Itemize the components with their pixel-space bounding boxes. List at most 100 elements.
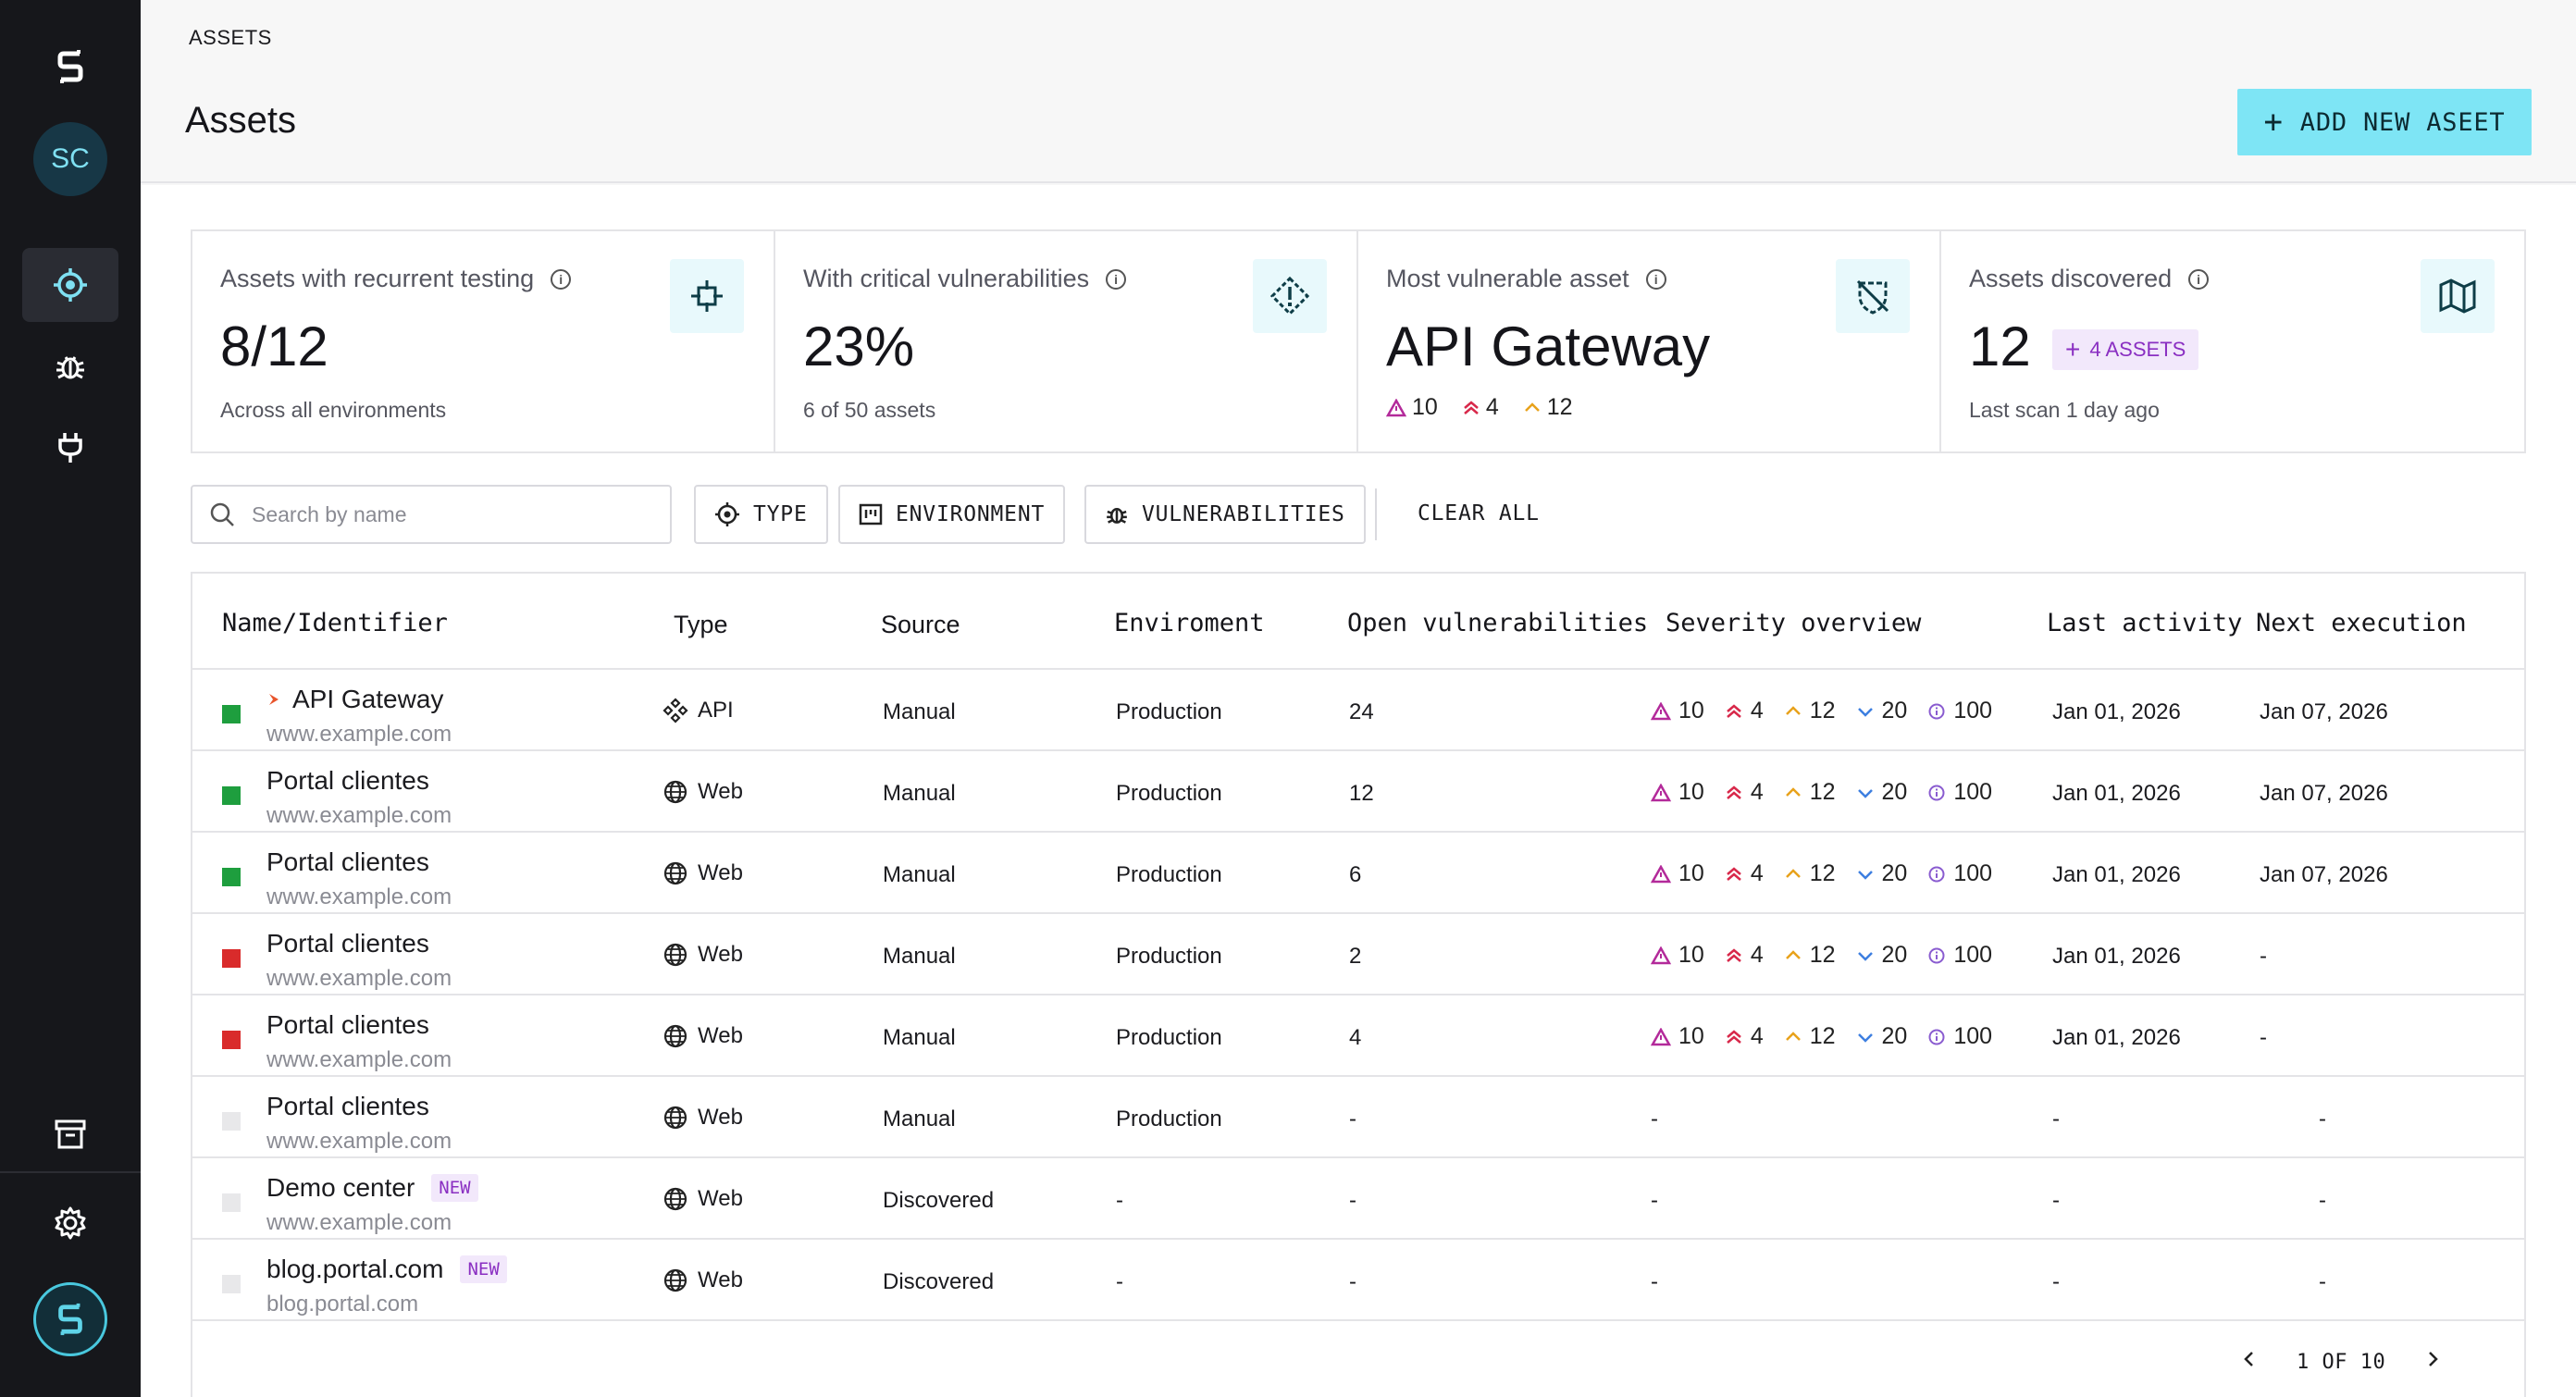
breadcrumb[interactable]: ASSETS [189,26,272,50]
last-activity: - [2052,1269,2060,1294]
asset-source: Manual [883,944,956,969]
card-value: 8/12 [220,315,328,377]
crosshair-icon [670,259,744,333]
page-title: Assets [185,100,297,141]
column-header-type[interactable]: Type [674,611,728,639]
severity-overview: - [1651,1269,1658,1294]
column-header-source[interactable]: Source [881,611,960,639]
column-header-name[interactable]: Name/Identifier [222,609,448,637]
card-subtitle: 6 of 50 assets [803,398,936,422]
info-icon[interactable]: i [1106,268,1127,290]
next-execution: Jan 07, 2026 [2260,862,2388,887]
info-icon[interactable]: i [551,268,572,290]
clear-all-button[interactable]: CLEAR ALL [1418,501,1540,525]
medium-icon [1784,946,1802,965]
add-new-asset-label: ADD NEW ASEET [2299,107,2506,137]
asset-identifier: www.example.com [266,1129,452,1154]
asset-name[interactable]: Portal clientes [266,766,429,796]
previous-page-icon[interactable] [2239,1349,2260,1375]
open-vulnerabilities: - [1349,1269,1356,1294]
table-row[interactable]: blog.portal.com NEW blog.portal.com Web Disc… [192,1240,2524,1321]
asset-name[interactable]: Portal clientes [266,847,429,877]
new-assets-badge[interactable]: +4 ASSETS [2052,329,2199,370]
column-header-severity[interactable]: Severity overview [1666,609,1921,637]
next-page-icon[interactable] [2422,1349,2443,1375]
pagination: 1 OF 10 [2239,1349,2443,1375]
new-badge: NEW [431,1174,478,1202]
asset-environment: Production [1116,944,1222,969]
table-row[interactable]: Portal clientes www.example.com Web Manual P… [192,751,2524,833]
column-header-next-execution[interactable]: Next execution [2256,609,2467,637]
nav-item-settings[interactable] [22,1186,118,1260]
search-input[interactable] [252,501,640,527]
medium-icon [1524,402,1540,412]
shield-off-icon [1836,259,1910,333]
table-row[interactable]: Portal clientes www.example.com Web Manual P… [192,1077,2524,1158]
globe-icon [663,860,688,886]
new-badge: NEW [460,1255,507,1283]
asset-name[interactable]: Portal clientes [266,1010,429,1040]
info-icon [1927,865,1946,884]
critical-icon [1651,864,1671,884]
flag-icon [269,694,279,705]
info-icon[interactable]: i [1645,268,1666,290]
table-row[interactable]: Demo center NEW www.example.com Web Discover… [192,1158,2524,1240]
stat-card-recurrent-testing: Assets with recurrent testing i 8/12 Acro… [192,231,775,451]
page-indicator: 1 OF 10 [2297,1350,2386,1374]
plus-icon: + [2263,104,2284,141]
asset-name[interactable]: Portal clientes [266,929,429,958]
low-icon [1856,946,1875,965]
nav-item-vulnerabilities[interactable] [22,329,118,403]
asset-source: Discovered [883,1269,995,1294]
next-execution: - [2260,1025,2267,1050]
info-icon [1927,946,1946,965]
info-icon[interactable]: i [2188,268,2210,290]
critical-icon [1386,398,1406,416]
high-icon [1463,400,1479,414]
nav-item-archive[interactable] [22,1097,118,1171]
search-box[interactable] [191,485,672,544]
card-subtitle: Last scan 1 day ago [1969,398,2160,422]
column-header-open-vulnerabilities[interactable]: Open vulnerabilities [1347,609,1648,637]
bug-icon [1107,507,1127,524]
severity-overview: - [1651,1106,1658,1131]
brand-logo-icon[interactable] [33,1282,107,1356]
high-icon [1725,865,1743,884]
asset-name[interactable]: API Gateway [292,685,443,714]
globe-icon [663,1186,688,1212]
filter-vulnerabilities-button[interactable]: VULNERABILITIES [1084,485,1366,544]
nav-item-integrations[interactable] [22,411,118,485]
status-indicator [222,705,241,723]
asset-name[interactable]: Portal clientes [266,1092,429,1121]
add-new-asset-button[interactable]: + ADD NEW ASEET [2237,89,2532,155]
api-icon [663,698,688,723]
filter-environment-button[interactable]: ENVIRONMENT [838,485,1066,544]
globe-icon [663,1267,688,1293]
table-row[interactable]: Portal clientes www.example.com Web Manual P… [192,914,2524,995]
severity-summary: 10 4 12 [1386,394,1586,421]
column-header-last-activity[interactable]: Last activity [2047,609,2242,637]
asset-name[interactable]: Demo center [266,1173,415,1203]
environment-icon [859,503,883,525]
avatar-initials: SC [51,143,90,174]
asset-environment: - [1116,1269,1123,1294]
filter-type-button[interactable]: TYPE [694,485,828,544]
table-row[interactable]: Portal clientes www.example.com Web Manual P… [192,995,2524,1077]
next-execution: Jan 07, 2026 [2260,781,2388,806]
last-activity: Jan 01, 2026 [2052,862,2181,887]
card-subtitle: Across all environments [220,398,447,422]
page-header: ASSETS Assets + ADD NEW ASEET [141,0,2576,183]
medium-icon [1784,784,1802,802]
app-logo-icon[interactable] [46,43,94,91]
table-row[interactable]: API Gateway www.example.com API Manual Produ… [192,670,2524,751]
medium-icon [1784,1028,1802,1046]
table-row[interactable]: Portal clientes www.example.com Web Manual P… [192,833,2524,914]
column-header-environment[interactable]: Enviroment [1114,609,1265,637]
info-icon [1927,702,1946,721]
gear-icon [55,1206,86,1240]
nav-item-assets[interactable] [22,248,118,322]
critical-icon [1651,1027,1671,1046]
avatar[interactable]: SC [33,122,107,196]
asset-source: Manual [883,781,956,806]
asset-name[interactable]: blog.portal.com [266,1255,443,1284]
